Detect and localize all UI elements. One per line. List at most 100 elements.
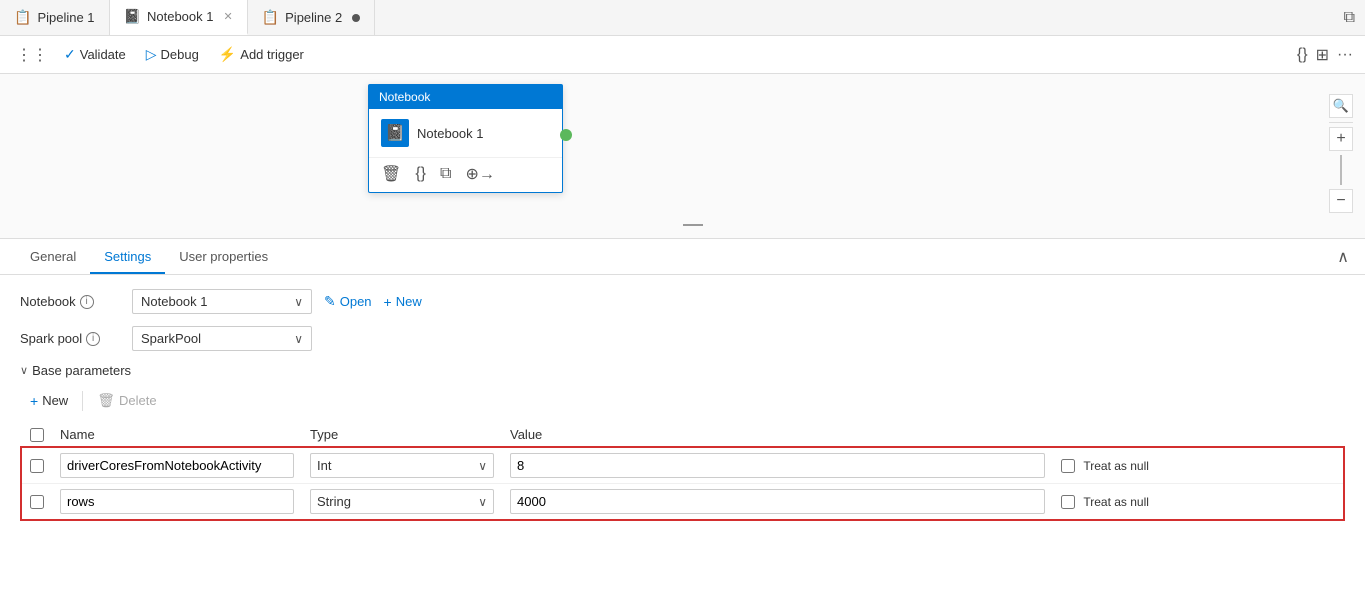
row0-type-cell: Int ∨: [302, 447, 502, 484]
row0-checkbox-cell: [21, 447, 52, 484]
notebook-icon: 📓: [124, 8, 141, 25]
row0-checkbox[interactable]: [30, 459, 44, 473]
tab-pipeline1[interactable]: 📋 Pipeline 1: [0, 0, 110, 35]
row1-value-input[interactable]: [510, 489, 1045, 514]
open-notebook-button[interactable]: ✎ Open: [324, 289, 372, 314]
zoom-out-btn[interactable]: −: [1329, 189, 1353, 213]
spark-pool-select[interactable]: SparkPool ∨: [132, 326, 312, 351]
row0-treat-as-null-cell: Treat as null: [1053, 447, 1344, 484]
validate-label: Validate: [80, 47, 126, 62]
zoom-search-btn[interactable]: 🔍: [1329, 94, 1353, 118]
row1-checkbox[interactable]: [30, 495, 44, 509]
spark-pool-field-row: Spark pool i SparkPool ∨: [20, 326, 1345, 351]
row0-type-select[interactable]: Int ∨: [310, 453, 494, 478]
more-icon[interactable]: ···: [1337, 46, 1353, 64]
zoom-controls: 🔍 + −: [1329, 94, 1353, 213]
notebook-chevron-icon: ∨: [294, 295, 303, 309]
delete-activity-icon[interactable]: 🗑: [381, 164, 401, 184]
row0-value-cell: [502, 447, 1053, 484]
tab-notebook1-close[interactable]: ✕: [223, 10, 232, 23]
tab-settings[interactable]: Settings: [90, 241, 165, 274]
restore-icon[interactable]: ⧉: [1344, 9, 1355, 27]
trigger-icon: ⚡: [219, 46, 236, 63]
toolbar: ⋮⋮ ✓ Validate ▷ Debug ⚡ Add trigger {} ⊞…: [0, 36, 1365, 74]
tab-general[interactable]: General: [16, 241, 90, 274]
new-icon: +: [384, 294, 392, 310]
param-toolbar: + New 🗑 Delete: [20, 388, 1345, 413]
canvas-area: Notebook 📓 Notebook 1 🗑 {} ⧉ ⊕→ 🔍 + −: [0, 74, 1365, 239]
zoom-in-btn[interactable]: +: [1329, 127, 1353, 151]
row0-name-cell: [52, 447, 302, 484]
copy-activity-icon[interactable]: ⧉: [440, 165, 451, 183]
base-parameters-section[interactable]: ∨ Base parameters: [20, 363, 1345, 378]
tab-bar: 📋 Pipeline 1 📓 Notebook 1 ✕ 📋 Pipeline 2…: [0, 0, 1365, 36]
row1-type-chevron-icon: ∨: [478, 495, 487, 509]
notebook-field-actions: ✎ Open + New: [324, 289, 422, 314]
row1-treat-as-null-checkbox[interactable]: [1061, 495, 1075, 509]
validate-icon: ✓: [64, 46, 76, 63]
row1-name-input[interactable]: [60, 489, 294, 514]
notebook-card-title: Notebook 1: [417, 126, 484, 141]
row1-treat-as-null-cell: Treat as null: [1053, 484, 1344, 521]
new-notebook-button[interactable]: + New: [384, 290, 422, 314]
code-activity-icon[interactable]: {}: [415, 165, 426, 183]
section-chevron-icon: ∨: [20, 364, 28, 377]
col-header-type: Type: [302, 423, 502, 447]
row0-treat-as-null-checkbox[interactable]: [1061, 459, 1075, 473]
col-header-name: Name: [52, 423, 302, 447]
row0-treat-as-null-label[interactable]: Treat as null: [1061, 459, 1335, 473]
properties-panel: General Settings User properties ∧ Noteb…: [0, 239, 1365, 535]
add-link-icon[interactable]: ⊕→: [465, 164, 494, 184]
row1-treat-as-null-label[interactable]: Treat as null: [1061, 495, 1335, 509]
row0-value-input[interactable]: [510, 453, 1045, 478]
row1-type-value: String: [317, 494, 351, 509]
spark-pool-info-icon[interactable]: i: [86, 332, 100, 346]
validate-button[interactable]: ✓ Validate: [56, 42, 134, 67]
notebook-activity-icon: 📓: [381, 119, 409, 147]
row0-name-input[interactable]: [60, 453, 294, 478]
tab-user-properties[interactable]: User properties: [165, 241, 282, 274]
notebook-field-row: Notebook i Notebook 1 ∨ ✎ Open + New: [20, 289, 1345, 314]
row0-type-chevron-icon: ∨: [478, 459, 487, 473]
notebook-info-icon[interactable]: i: [80, 295, 94, 309]
pipeline-icon: 📋: [14, 9, 31, 26]
col-header-value: Value: [502, 423, 1053, 447]
select-all-checkbox[interactable]: [30, 428, 44, 442]
tab-pipeline2[interactable]: 📋 Pipeline 2: [248, 0, 376, 35]
layout-icon[interactable]: ⊞: [1316, 45, 1329, 65]
tab-pipeline2-unsaved-dot: [352, 14, 360, 22]
delete-param-button[interactable]: 🗑 Delete: [87, 388, 166, 413]
expand-icon[interactable]: ⋮⋮: [12, 45, 52, 65]
new-param-button[interactable]: + New: [20, 389, 78, 413]
tab-notebook1-label: Notebook 1: [147, 9, 214, 24]
spark-pool-field-label: Spark pool i: [20, 331, 120, 346]
zoom-slider: [1340, 155, 1342, 185]
add-trigger-button[interactable]: ⚡ Add trigger: [211, 42, 312, 67]
debug-label: Debug: [161, 47, 199, 62]
tab-bar-actions: ⧉: [1344, 9, 1365, 27]
params-table: Name Type Value: [20, 423, 1345, 521]
debug-button[interactable]: ▷ Debug: [138, 42, 207, 67]
panel-collapse-btn[interactable]: ∧: [1337, 247, 1349, 267]
notebook-select[interactable]: Notebook 1 ∨: [132, 289, 312, 314]
settings-content: Notebook i Notebook 1 ∨ ✎ Open + New: [0, 275, 1365, 535]
notebook-activity-card[interactable]: Notebook 📓 Notebook 1 🗑 {} ⧉ ⊕→: [368, 84, 563, 193]
code-icon[interactable]: {}: [1297, 46, 1308, 64]
notebook-field-label: Notebook i: [20, 294, 120, 309]
row1-value-cell: [502, 484, 1053, 521]
table-row: Int ∨ Treat as null: [21, 447, 1344, 484]
param-toolbar-separator: [82, 391, 83, 411]
props-tab-group: General Settings User properties: [16, 241, 282, 273]
col-header-checkbox: [21, 423, 52, 447]
row1-type-select[interactable]: String ∨: [310, 489, 494, 514]
params-table-header-row: Name Type Value: [21, 423, 1344, 447]
row1-name-cell: [52, 484, 302, 521]
tab-pipeline1-label: Pipeline 1: [37, 10, 94, 25]
tab-notebook1[interactable]: 📓 Notebook 1 ✕: [110, 0, 248, 35]
col-header-treat-as-null: [1053, 423, 1344, 447]
spark-pool-chevron-icon: ∨: [294, 332, 303, 346]
canvas-marker: [683, 224, 703, 226]
new-param-icon: +: [30, 393, 38, 409]
delete-param-icon: 🗑: [97, 392, 115, 409]
properties-tabs: General Settings User properties ∧: [0, 239, 1365, 275]
